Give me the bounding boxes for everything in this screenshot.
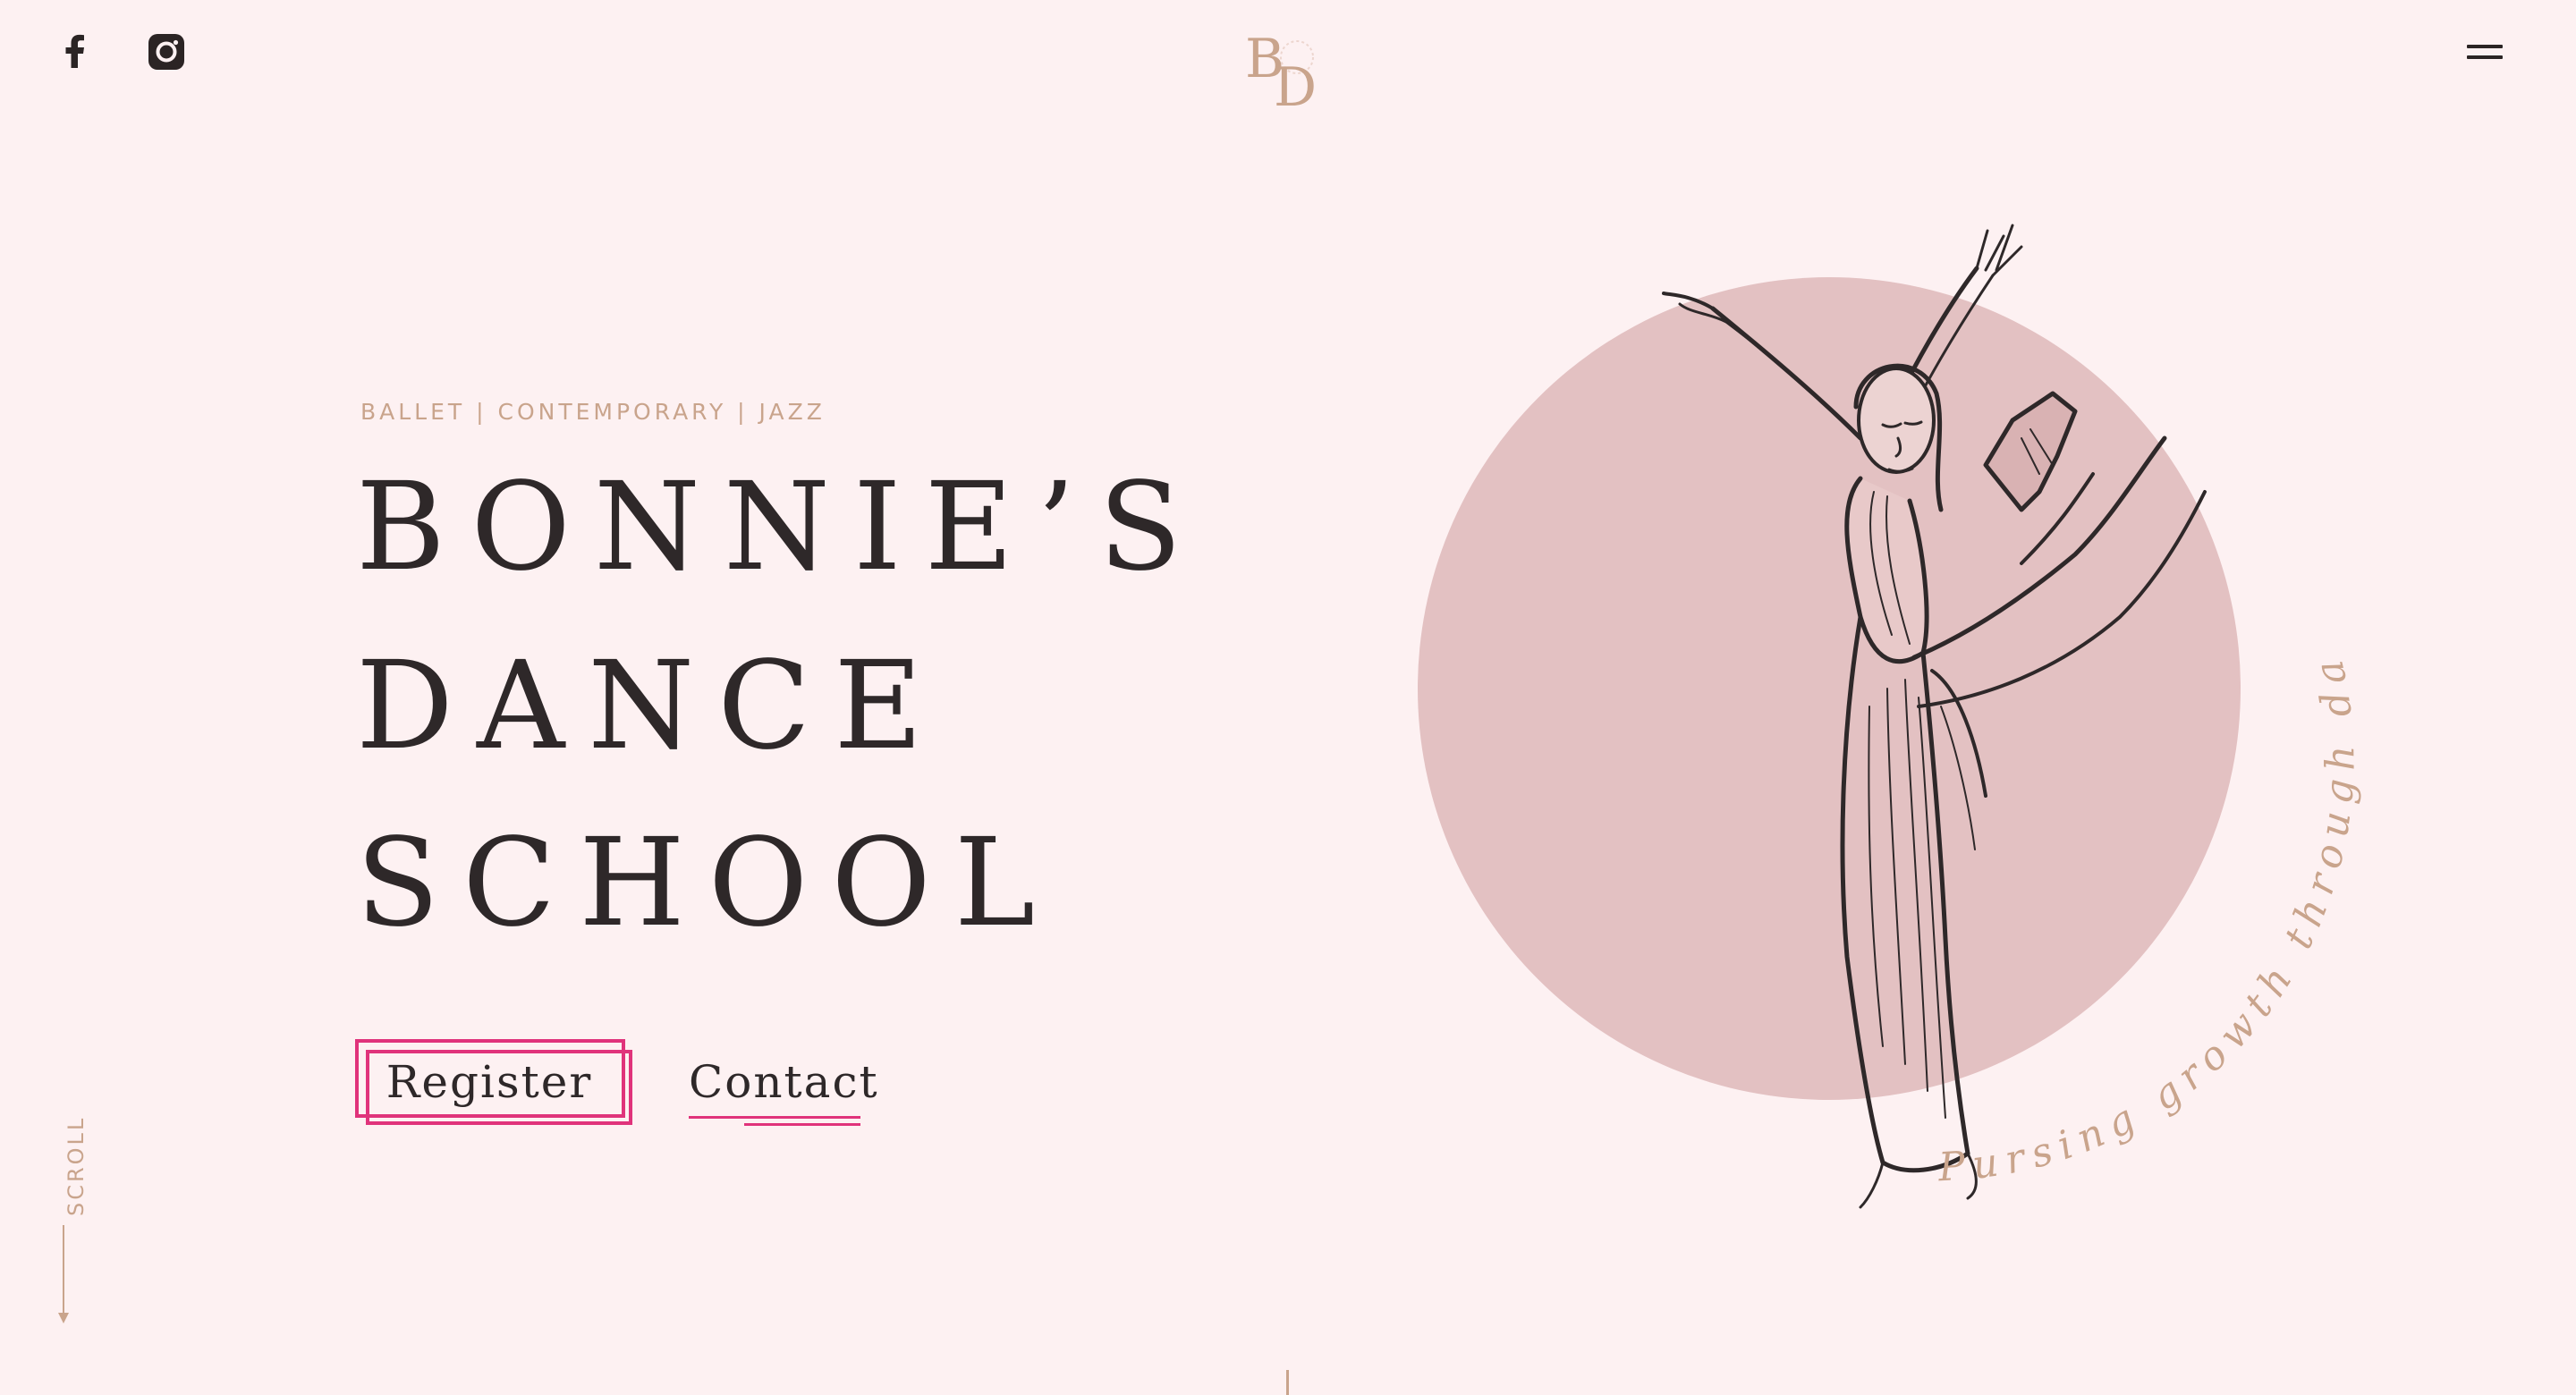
scroll-indicator[interactable]: SCROLL [43, 1100, 89, 1323]
pink-circle [1418, 277, 2241, 1100]
facebook-icon [65, 34, 84, 68]
contact-label: Contact [689, 1056, 879, 1108]
facebook-link[interactable] [52, 29, 98, 75]
section-divider-tick [1286, 1370, 1289, 1395]
logo[interactable]: B D [1241, 23, 1335, 113]
hamburger-icon-line [2467, 55, 2503, 59]
menu-button[interactable] [2467, 39, 2508, 66]
scroll-label: SCROLL [64, 1115, 89, 1216]
instagram-icon [148, 34, 184, 70]
register-label: Register [386, 1056, 593, 1108]
dancer-illustration: Pursing growth through dance [1395, 170, 2355, 1209]
contact-button[interactable]: Contact [689, 1055, 879, 1127]
title-line-3: SCHOOL [356, 813, 1059, 954]
contact-underline [689, 1116, 860, 1119]
svg-text:D: D [1274, 56, 1317, 113]
logo-monogram: B D [1245, 28, 1317, 113]
contact-underline-offset [744, 1123, 860, 1126]
hamburger-icon [2467, 45, 2503, 48]
register-button[interactable]: Register [355, 1039, 632, 1125]
instagram-link[interactable] [143, 29, 190, 75]
tagline: BALLET | CONTEMPORARY | JAZZ [360, 399, 826, 425]
social-links [52, 29, 190, 75]
title-line-1: BONNIE’S [356, 457, 1206, 598]
arrow-down-icon [58, 1225, 69, 1323]
title-line-2: DANCE [356, 636, 946, 777]
